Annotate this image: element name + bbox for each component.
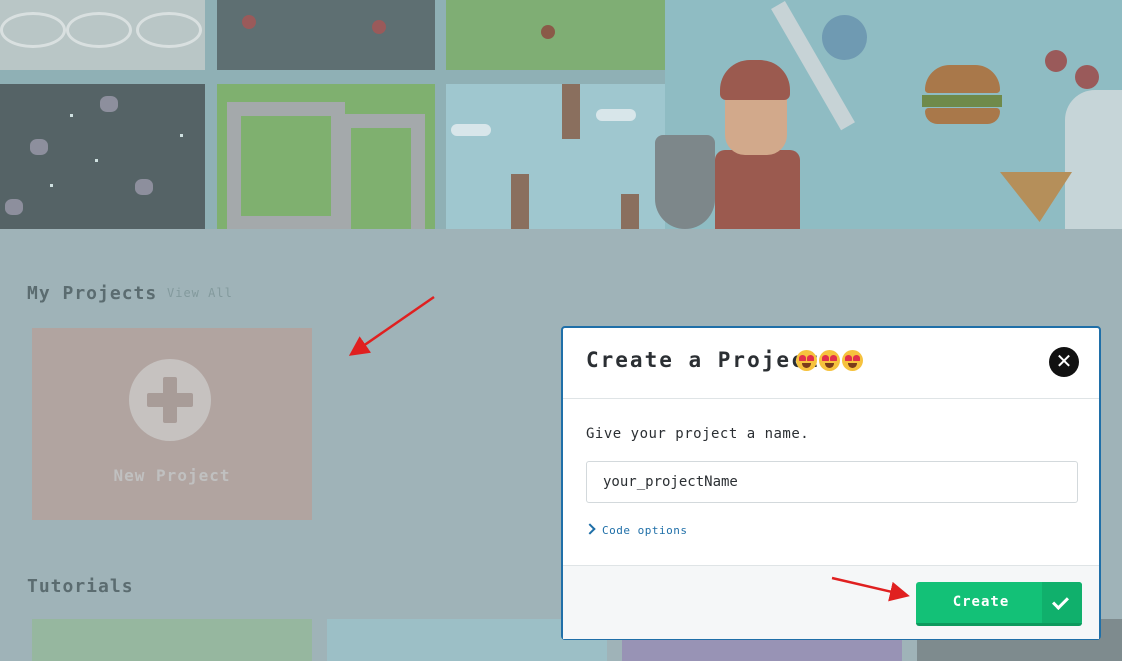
- check-icon: [1042, 582, 1082, 623]
- new-project-card[interactable]: New Project: [32, 328, 312, 520]
- my-projects-heading: My Projects: [27, 283, 158, 304]
- modal-footer: Create: [563, 565, 1099, 639]
- modal-header: Create a Project ✕: [563, 328, 1099, 399]
- view-all-link[interactable]: View All: [167, 286, 233, 300]
- tutorials-heading: Tutorials: [27, 576, 134, 597]
- banner-tile-platformer: [446, 84, 665, 229]
- create-project-modal: Create a Project ✕ Give your project a n…: [561, 326, 1101, 640]
- chevron-right-icon: [584, 523, 596, 535]
- project-name-input[interactable]: [586, 461, 1078, 503]
- tutorial-card[interactable]: [32, 619, 312, 661]
- modal-title: Create a Project: [586, 348, 821, 372]
- name-prompt: Give your project a name.: [586, 426, 810, 442]
- banner-tile-cherries: [217, 0, 435, 70]
- plus-icon: [129, 359, 211, 441]
- close-icon[interactable]: ✕: [1049, 347, 1079, 377]
- code-options-toggle[interactable]: Code options: [584, 523, 688, 537]
- banner-tile-space: [0, 84, 205, 229]
- create-button[interactable]: Create: [916, 582, 1082, 626]
- create-button-label: Create: [952, 594, 1010, 610]
- game-banner: [0, 0, 1122, 229]
- heart-eyes-emoji-icon: [796, 350, 865, 371]
- banner-tile-racetrack: [217, 84, 435, 229]
- modal-body: Give your project a name. Code options: [563, 399, 1099, 565]
- code-options-label: Code options: [602, 524, 688, 537]
- banner-tile-forest: [446, 0, 665, 70]
- annotation-arrow-new-project: [348, 295, 435, 356]
- banner-tile-plates: [0, 0, 205, 70]
- new-project-label: New Project: [113, 466, 231, 485]
